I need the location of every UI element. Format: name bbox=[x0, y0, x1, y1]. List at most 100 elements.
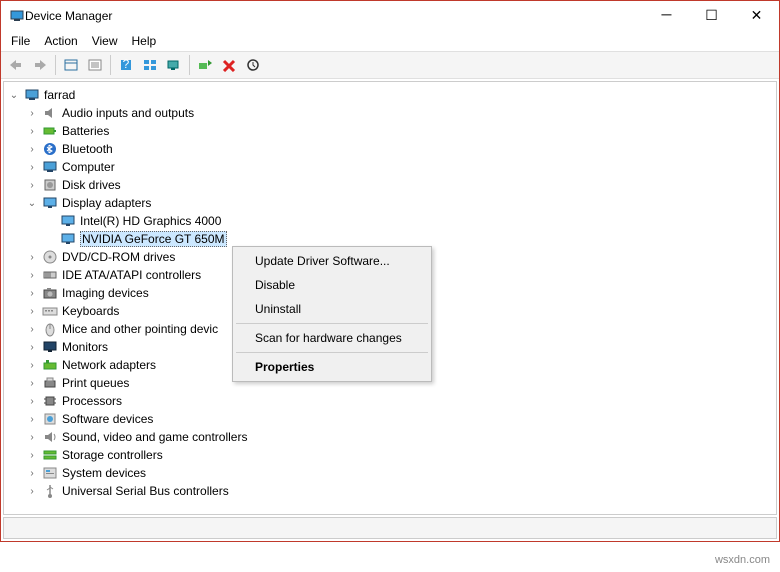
tree-category[interactable]: › Software devices bbox=[26, 410, 776, 428]
expand-arrow[interactable]: › bbox=[26, 161, 38, 173]
expand-arrow[interactable]: › bbox=[26, 449, 38, 461]
menu-action[interactable]: Action bbox=[44, 34, 77, 48]
expand-arrow[interactable]: › bbox=[26, 269, 38, 281]
tree-category[interactable]: ›Disk drives bbox=[26, 176, 776, 194]
titlebar[interactable]: Device Manager ─ ☐ ✕ bbox=[1, 1, 779, 31]
category-label: Computer bbox=[62, 160, 115, 174]
network-icon bbox=[42, 357, 58, 373]
category-label: Processors bbox=[62, 394, 122, 408]
show-hide-icon[interactable] bbox=[60, 54, 82, 76]
ctx-uninstall[interactable]: Uninstall bbox=[235, 297, 429, 321]
expand-arrow[interactable]: ⌄ bbox=[26, 197, 38, 209]
expand-arrow[interactable]: › bbox=[26, 323, 38, 335]
minimize-button[interactable]: ─ bbox=[644, 1, 689, 31]
scan-hardware-icon[interactable] bbox=[242, 54, 264, 76]
tree-category[interactable]: › Sound, video and game controllers bbox=[26, 428, 776, 446]
category-label: Software devices bbox=[62, 412, 153, 426]
expand-arrow[interactable]: › bbox=[26, 377, 38, 389]
computer-icon bbox=[42, 159, 58, 175]
tree-category[interactable]: › Batteries bbox=[26, 122, 776, 140]
category-label: System devices bbox=[62, 466, 146, 480]
ide-icon bbox=[42, 267, 58, 283]
expand-arrow[interactable]: › bbox=[26, 359, 38, 371]
grid-icon[interactable] bbox=[139, 54, 161, 76]
expand-arrow[interactable]: › bbox=[26, 395, 38, 407]
computer-icon bbox=[24, 87, 40, 103]
battery-icon bbox=[42, 123, 58, 139]
category-label: Audio inputs and outputs bbox=[62, 106, 194, 120]
expand-arrow[interactable]: › bbox=[26, 305, 38, 317]
watermark: wsxdn.com bbox=[715, 554, 770, 566]
help-icon[interactable]: ? bbox=[115, 54, 137, 76]
category-label: IDE ATA/ATAPI controllers bbox=[62, 268, 201, 282]
maximize-button[interactable]: ☐ bbox=[689, 1, 734, 31]
scan-icon[interactable] bbox=[163, 54, 185, 76]
monitor-icon bbox=[42, 339, 58, 355]
display-icon bbox=[42, 195, 58, 211]
tree-category[interactable]: › System devices bbox=[26, 464, 776, 482]
menubar: File Action View Help bbox=[1, 31, 779, 51]
expand-arrow[interactable]: › bbox=[26, 485, 38, 497]
tree-category[interactable]: › Universal Serial Bus controllers bbox=[26, 482, 776, 500]
expand-arrow[interactable]: › bbox=[26, 125, 38, 137]
category-label: Mice and other pointing devic bbox=[62, 322, 218, 336]
ctx-scan[interactable]: Scan for hardware changes bbox=[235, 326, 429, 350]
expand-arrow[interactable]: › bbox=[26, 413, 38, 425]
root-label: farrad bbox=[44, 88, 75, 102]
device-label: Intel(R) HD Graphics 4000 bbox=[80, 214, 221, 228]
ctx-update-driver[interactable]: Update Driver Software... bbox=[235, 249, 429, 273]
forward-icon[interactable] bbox=[29, 54, 51, 76]
usb-icon bbox=[42, 483, 58, 499]
expand-arrow[interactable]: › bbox=[26, 341, 38, 353]
expand-arrow[interactable]: › bbox=[26, 431, 38, 443]
tree-category[interactable]: ›Bluetooth bbox=[26, 140, 776, 158]
dvd-icon bbox=[42, 249, 58, 265]
category-label: Print queues bbox=[62, 376, 129, 390]
category-label: Network adapters bbox=[62, 358, 156, 372]
device-label: NVIDIA GeForce GT 650M bbox=[80, 231, 227, 247]
tree-category[interactable]: ⌄Display adapters bbox=[26, 194, 776, 212]
bluetooth-icon bbox=[42, 141, 58, 157]
display-icon bbox=[60, 231, 76, 247]
disk-icon bbox=[42, 177, 58, 193]
app-icon bbox=[9, 8, 25, 24]
category-label: Imaging devices bbox=[62, 286, 149, 300]
toolbar: ? bbox=[1, 51, 779, 79]
ctx-properties[interactable]: Properties bbox=[235, 355, 429, 379]
tree-device[interactable]: Intel(R) HD Graphics 4000 bbox=[44, 212, 776, 230]
menu-help[interactable]: Help bbox=[132, 34, 157, 48]
category-label: Sound, video and game controllers bbox=[62, 430, 247, 444]
expand-arrow[interactable]: › bbox=[26, 251, 38, 263]
expand-arrow[interactable]: › bbox=[26, 179, 38, 191]
system-icon bbox=[42, 465, 58, 481]
category-label: Batteries bbox=[62, 124, 109, 138]
tree-category[interactable]: › Storage controllers bbox=[26, 446, 776, 464]
expand-arrow[interactable]: › bbox=[26, 107, 38, 119]
category-label: Universal Serial Bus controllers bbox=[62, 484, 229, 498]
expand-arrow[interactable]: › bbox=[26, 467, 38, 479]
menu-file[interactable]: File bbox=[11, 34, 30, 48]
category-label: DVD/CD-ROM drives bbox=[62, 250, 175, 264]
back-icon[interactable] bbox=[5, 54, 27, 76]
close-button[interactable]: ✕ bbox=[734, 1, 779, 31]
tree-root[interactable]: ⌄farrad bbox=[8, 86, 776, 104]
sound-icon bbox=[42, 429, 58, 445]
menu-view[interactable]: View bbox=[92, 34, 118, 48]
window-title: Device Manager bbox=[25, 9, 644, 23]
tree-category[interactable]: › Computer bbox=[26, 158, 776, 176]
ctx-disable[interactable]: Disable bbox=[235, 273, 429, 297]
software-icon bbox=[42, 411, 58, 427]
category-label: Storage controllers bbox=[62, 448, 163, 462]
tree-category[interactable]: › Audio inputs and outputs bbox=[26, 104, 776, 122]
display-icon bbox=[60, 213, 76, 229]
expand-arrow[interactable]: › bbox=[26, 143, 38, 155]
printer-icon bbox=[42, 375, 58, 391]
mouse-icon bbox=[42, 321, 58, 337]
storage-icon bbox=[42, 447, 58, 463]
category-label: Keyboards bbox=[62, 304, 119, 318]
update-driver-icon[interactable] bbox=[194, 54, 216, 76]
expand-arrow[interactable]: › bbox=[26, 287, 38, 299]
properties-icon[interactable] bbox=[84, 54, 106, 76]
uninstall-icon[interactable] bbox=[218, 54, 240, 76]
tree-category[interactable]: › Processors bbox=[26, 392, 776, 410]
